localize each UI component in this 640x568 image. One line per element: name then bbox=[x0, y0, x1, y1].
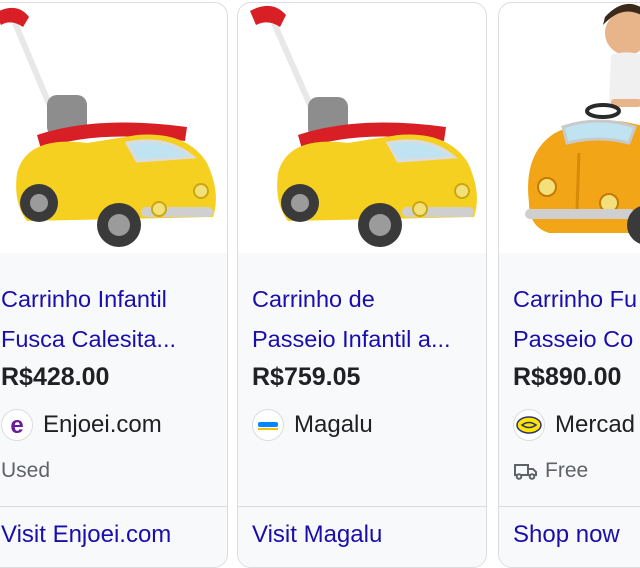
divider bbox=[499, 506, 640, 507]
product-card-3[interactable]: Carrinho Fu Passeio Co R$890.00 Mercad F… bbox=[498, 2, 640, 568]
product-title[interactable]: Carrinho Fu Passeio Co bbox=[513, 279, 640, 359]
condition-label: Used bbox=[1, 459, 51, 482]
shipping-label: Free bbox=[545, 459, 589, 482]
merchant-name: Enjoei.com bbox=[43, 411, 162, 438]
visit-store-link[interactable]: Visit Enjoei.com bbox=[1, 521, 171, 549]
merchant: e Enjoei.com bbox=[1, 407, 162, 443]
enjoei-logo-icon: e bbox=[1, 409, 33, 441]
product-card-2[interactable]: Carrinho de Passeio Infantil a... R$759.… bbox=[237, 2, 487, 568]
product-image[interactable] bbox=[0, 3, 227, 253]
merchant: Mercad bbox=[513, 407, 635, 443]
merchant-name: Magalu bbox=[294, 411, 373, 438]
product-title[interactable]: Carrinho de Passeio Infantil a... bbox=[252, 279, 486, 359]
merchant-name: Mercad bbox=[555, 411, 636, 438]
merchant: Magalu bbox=[252, 407, 373, 443]
shipping-info: Free bbox=[513, 459, 588, 483]
visit-store-link[interactable]: Visit Magalu bbox=[252, 521, 382, 549]
product-title[interactable]: Carrinho Infantil Fusca Calesita... bbox=[1, 279, 227, 359]
title-line-1[interactable]: Carrinho Fu bbox=[513, 279, 640, 319]
divider bbox=[238, 506, 486, 507]
title-line-1[interactable]: Carrinho Infantil bbox=[1, 279, 227, 319]
truck-icon bbox=[514, 464, 537, 480]
title-line-2[interactable]: Passeio Co bbox=[513, 319, 640, 359]
title-line-2[interactable]: Fusca Calesita... bbox=[1, 319, 227, 359]
mercado-livre-logo-icon bbox=[513, 409, 545, 441]
divider bbox=[0, 506, 227, 507]
shop-now-link[interactable]: Shop now bbox=[513, 521, 620, 549]
magalu-logo-icon bbox=[252, 409, 284, 441]
product-image[interactable] bbox=[499, 3, 640, 253]
product-price: R$890.00 bbox=[513, 363, 622, 391]
product-price: R$759.05 bbox=[252, 363, 361, 391]
svg-text:e: e bbox=[10, 412, 23, 439]
product-image[interactable] bbox=[238, 3, 486, 253]
product-card-1[interactable]: Carrinho Infantil Fusca Calesita... R$42… bbox=[0, 2, 228, 568]
title-line-2[interactable]: Passeio Infantil a... bbox=[252, 319, 486, 359]
title-line-1[interactable]: Carrinho de bbox=[252, 279, 486, 319]
product-price: R$428.00 bbox=[1, 363, 110, 391]
